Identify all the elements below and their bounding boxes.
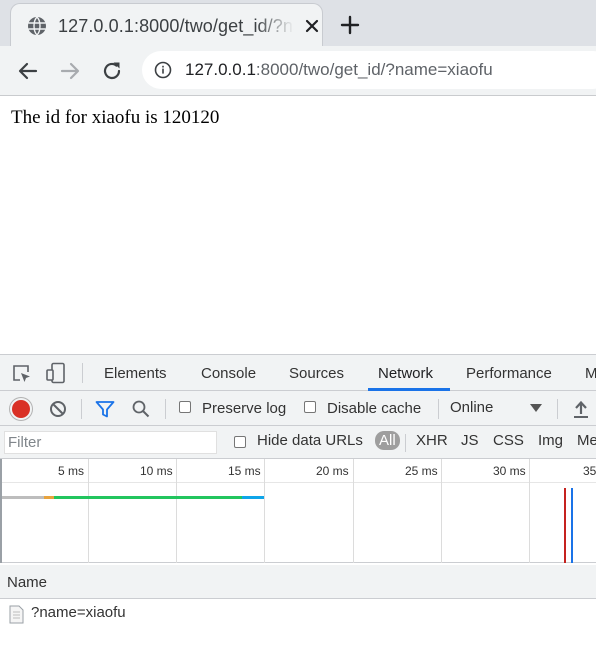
separator xyxy=(557,399,558,419)
request-name: ?name=xiaofu xyxy=(31,604,126,621)
type-filter-all[interactable]: All xyxy=(375,431,400,450)
globe-icon xyxy=(28,16,46,36)
info-icon[interactable] xyxy=(154,61,172,79)
separator xyxy=(438,399,439,419)
table-row[interactable]: ?name=xiaofu xyxy=(0,599,596,629)
tick-label: 20 ms xyxy=(316,464,349,478)
throttling-select[interactable]: Online xyxy=(450,399,493,416)
tick-label: 25 ms xyxy=(405,464,438,478)
tab-performance[interactable]: Performance xyxy=(466,365,552,382)
page-body-text: The id for xiaofu is 120120 xyxy=(11,107,220,128)
close-tab-icon[interactable] xyxy=(301,15,323,37)
browser-tab[interactable]: 127.0.0.1:8000/two/get_id/?name=xiaofu xyxy=(10,3,323,46)
grid-line xyxy=(441,459,442,563)
waterfall-waiting-segment xyxy=(54,496,242,499)
load-event-marker xyxy=(564,488,566,563)
column-header-name[interactable]: Name xyxy=(7,574,47,591)
browser-toolbar: 127.0.0.1:8000/two/get_id/?name=xiaofu xyxy=(0,46,596,96)
search-icon[interactable] xyxy=(130,398,152,420)
url-host: 127.0.0.1 xyxy=(185,60,256,79)
grid-line xyxy=(529,459,530,563)
separator xyxy=(405,434,406,452)
disable-cache-label[interactable]: Disable cache xyxy=(327,400,421,417)
tab-sources[interactable]: Sources xyxy=(289,365,344,382)
preserve-log-checkbox[interactable] xyxy=(179,401,191,413)
network-overview-timeline[interactable]: 5 ms 10 ms 15 ms 20 ms 25 ms 30 ms 35 xyxy=(0,459,596,563)
filter-input[interactable] xyxy=(4,431,217,454)
type-filter-xhr[interactable]: XHR xyxy=(416,432,448,449)
grid-line xyxy=(264,459,265,563)
waterfall-queue-segment xyxy=(2,496,44,499)
reload-icon[interactable] xyxy=(99,58,125,84)
tick-label: 30 ms xyxy=(493,464,526,478)
chevron-down-icon[interactable] xyxy=(530,404,542,412)
new-tab-icon[interactable] xyxy=(338,13,362,37)
tick-label: 35 xyxy=(583,464,596,478)
filter-bar: Hide data URLs All XHR JS CSS Img Me xyxy=(0,426,596,459)
disable-cache-checkbox[interactable] xyxy=(304,401,316,413)
network-toolbar: Preserve log Disable cache Online xyxy=(0,391,596,426)
tab-network[interactable]: Network xyxy=(378,365,433,382)
separator xyxy=(82,363,83,383)
type-filter-media[interactable]: Me xyxy=(577,432,596,449)
tick-label: 5 ms xyxy=(58,464,85,478)
clear-icon[interactable] xyxy=(47,398,69,420)
waterfall-download-segment xyxy=(242,496,264,499)
grid-line xyxy=(353,459,354,563)
url-text[interactable]: 127.0.0.1:8000/two/get_id/?name=xiaofu xyxy=(185,60,493,80)
tick-label: 15 ms xyxy=(228,464,261,478)
forward-icon[interactable] xyxy=(57,58,83,84)
type-filter-js[interactable]: JS xyxy=(461,432,479,449)
hide-data-urls-checkbox[interactable] xyxy=(234,436,246,448)
record-button[interactable] xyxy=(12,400,30,418)
device-toolbar-icon[interactable] xyxy=(45,362,67,384)
grid-line xyxy=(88,459,89,563)
grid-line xyxy=(176,459,177,563)
tab-title: 127.0.0.1:8000/two/get_id/?name=xiaofu xyxy=(58,16,294,36)
url-path: :8000/two/get_id/?name=xiaofu xyxy=(255,60,493,79)
requests-table-header[interactable]: Name xyxy=(0,565,596,599)
tick-label: 10 ms xyxy=(140,464,173,478)
address-bar[interactable]: 127.0.0.1:8000/two/get_id/?name=xiaofu xyxy=(142,51,596,89)
filter-icon[interactable] xyxy=(94,398,116,420)
separator xyxy=(81,399,82,419)
timeline-ruler xyxy=(0,482,596,483)
hide-data-urls-label[interactable]: Hide data URLs xyxy=(257,432,363,449)
dom-content-loaded-marker xyxy=(571,488,573,563)
timeline-start-marker xyxy=(0,459,2,563)
waterfall-connect-segment xyxy=(44,496,54,499)
tab-elements[interactable]: Elements xyxy=(104,365,167,382)
devtools-panel: Elements Console Sources Network Perform… xyxy=(0,354,596,671)
tab-strip: 127.0.0.1:8000/two/get_id/?name=xiaofu xyxy=(0,0,596,46)
devtools-tab-bar: Elements Console Sources Network Perform… xyxy=(0,355,596,391)
tab-memory[interactable]: M xyxy=(585,365,596,382)
preserve-log-label[interactable]: Preserve log xyxy=(202,400,286,417)
tab-console[interactable]: Console xyxy=(201,365,256,382)
back-icon[interactable] xyxy=(15,58,41,84)
document-icon xyxy=(9,605,24,624)
type-filter-css[interactable]: CSS xyxy=(493,432,524,449)
inspect-element-icon[interactable] xyxy=(11,363,33,385)
import-har-icon[interactable] xyxy=(570,398,592,420)
separator xyxy=(165,399,166,419)
type-filter-img[interactable]: Img xyxy=(538,432,563,449)
